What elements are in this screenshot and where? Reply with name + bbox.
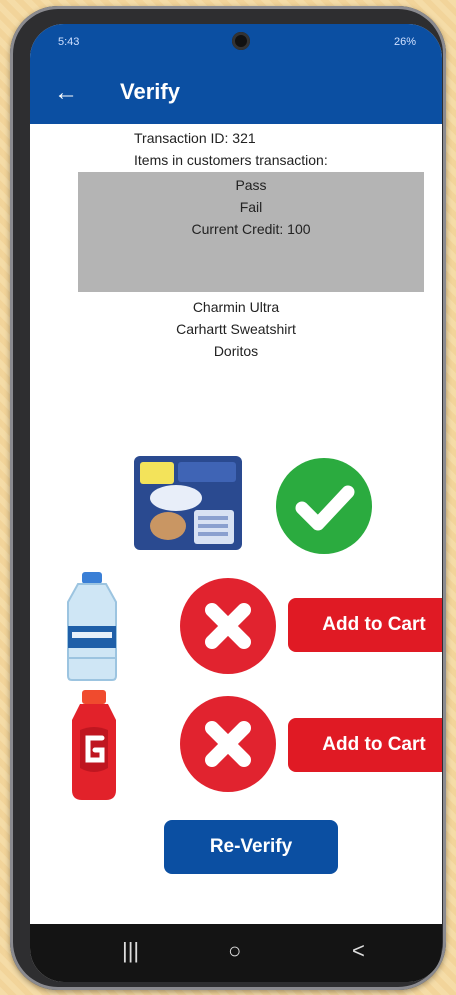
system-nav-bar: ||| ○ < [30, 924, 442, 982]
transaction-id: Transaction ID: 321 [134, 130, 256, 146]
phone-frame: 5:43 26% ← Verify Transaction ID: 321 It… [10, 6, 446, 990]
list-item: Carhartt Sweatshirt [176, 321, 296, 337]
current-credit: Current Credit: 100 [191, 221, 311, 237]
list-item: Charmin Ultra [192, 299, 280, 315]
add-to-cart-button[interactable]: Add to Cart [288, 718, 442, 772]
home-icon[interactable]: ○ [228, 938, 241, 964]
list-item: Doritos [213, 343, 259, 359]
verification-panel: Pass Fail Current Credit: 100 [78, 172, 424, 292]
status-battery: 26% [393, 36, 416, 48]
toilet-paper-image [134, 456, 242, 550]
items-label: Items in customers transaction: [134, 152, 328, 168]
gatorade-bottle-image [72, 690, 116, 800]
fail-label: Fail [239, 199, 263, 215]
recents-icon[interactable]: ||| [122, 938, 139, 964]
re-verify-button[interactable]: Re-Verify [164, 820, 338, 874]
pass-label: Pass [235, 177, 267, 193]
back-arrow-icon[interactable]: ← [54, 78, 78, 108]
status-bar: 5:43 26% [30, 24, 442, 64]
add-to-cart-button[interactable]: Add to Cart [288, 598, 442, 652]
status-time: 5:43 [58, 36, 80, 48]
pass-check-icon [276, 458, 372, 554]
back-icon[interactable]: < [352, 938, 365, 964]
page-title: Verify [120, 79, 180, 104]
item-names-list: Charmin Ultra Carhartt Sweatshirt Dorito… [30, 296, 442, 362]
front-camera-icon [232, 32, 250, 50]
screen: 5:43 26% ← Verify Transaction ID: 321 It… [30, 24, 442, 982]
water-bottle-image [67, 572, 117, 681]
fail-x-icon [180, 578, 276, 674]
app-bar: ← Verify [30, 64, 442, 124]
fail-x-icon [180, 696, 276, 792]
